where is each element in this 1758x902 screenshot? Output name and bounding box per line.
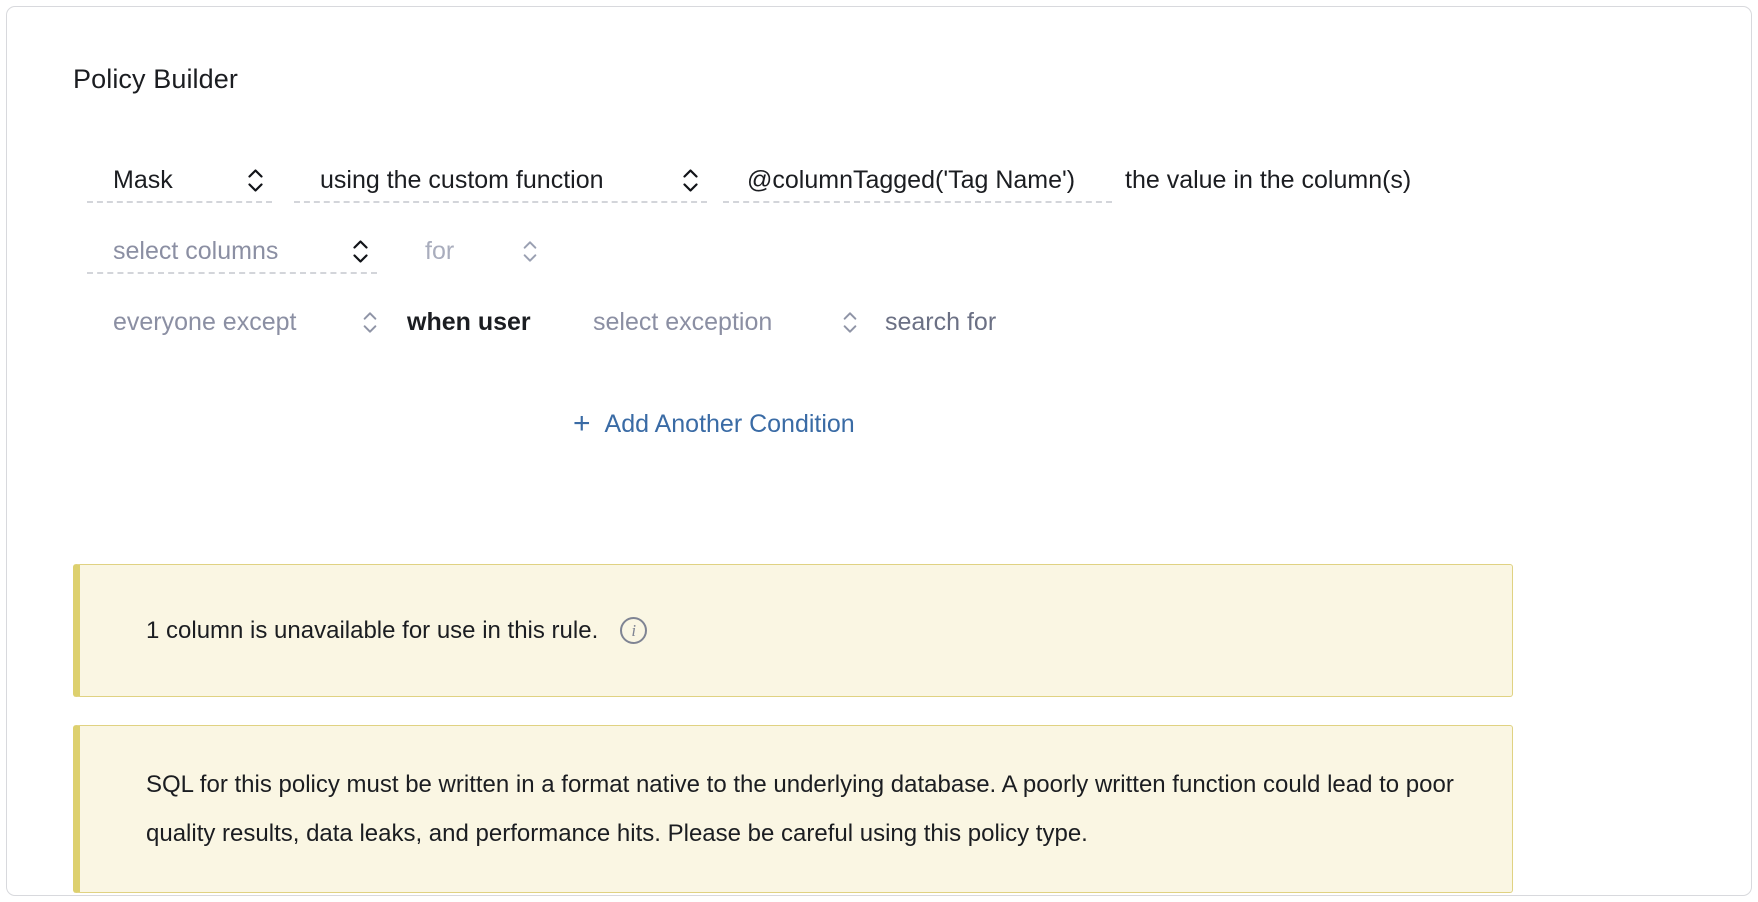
plus-icon: + xyxy=(573,407,591,440)
chevron-updown-icon xyxy=(357,311,383,333)
chevron-updown-icon xyxy=(242,168,268,192)
custom-function-select[interactable]: @columnTagged('Tag Name') xyxy=(723,157,1112,203)
banner-body: 1 column is unavailable for use in this … xyxy=(80,606,1512,655)
action-select[interactable]: Mask xyxy=(87,157,272,203)
policy-rule-row-2: select columns for xyxy=(7,228,1751,299)
sql-warning-text: SQL for this policy must be written in a… xyxy=(146,771,1454,847)
scope-select[interactable]: everyone except xyxy=(87,299,387,345)
policy-rule-row-1: Mask using the custom function @columnTa… xyxy=(7,157,1751,228)
chevron-updown-icon xyxy=(677,168,703,192)
policy-builder-screen: Policy Builder Mask using the custom fun… xyxy=(0,0,1758,902)
unavailable-columns-text: 1 column is unavailable for use in this … xyxy=(146,617,599,644)
columns-select-value: select columns xyxy=(113,237,279,265)
columns-select[interactable]: select columns xyxy=(87,228,377,274)
banner-body: SQL for this policy must be written in a… xyxy=(80,760,1512,858)
chevron-updown-icon xyxy=(837,311,863,333)
banner-line: 1 column is unavailable for use in this … xyxy=(146,606,1456,655)
policy-rule-row-3: everyone except when user select excepti… xyxy=(7,299,1751,370)
when-user-label: when user xyxy=(407,308,531,336)
column-value-label: the value in the column(s) xyxy=(1125,166,1412,194)
select-underline xyxy=(87,272,377,274)
add-another-condition-button[interactable]: + Add Another Condition xyxy=(565,403,863,445)
unavailable-columns-banner: 1 column is unavailable for use in this … xyxy=(73,564,1513,697)
policy-builder-card: Policy Builder Mask using the custom fun… xyxy=(6,6,1752,896)
chevron-updown-icon xyxy=(347,239,373,263)
sql-warning-banner: SQL for this policy must be written in a… xyxy=(73,725,1513,893)
info-circle-icon[interactable]: i xyxy=(620,617,648,644)
select-underline xyxy=(723,201,1112,203)
policy-builder-form: Mask using the custom function @columnTa… xyxy=(7,157,1751,370)
exception-select-value: select exception xyxy=(593,308,773,336)
select-underline xyxy=(87,201,272,203)
exception-select[interactable]: select exception xyxy=(567,299,867,345)
for-select-value: for xyxy=(425,237,455,265)
page-title: Policy Builder xyxy=(73,64,238,94)
chevron-updown-icon xyxy=(517,240,543,262)
custom-function-value: @columnTagged('Tag Name') xyxy=(747,166,1076,194)
search-for-label: search for xyxy=(885,308,997,336)
method-select[interactable]: using the custom function xyxy=(294,157,707,203)
add-another-condition-label: Add Another Condition xyxy=(604,410,855,438)
select-underline xyxy=(294,201,707,203)
action-select-value: Mask xyxy=(113,166,173,194)
method-select-value: using the custom function xyxy=(320,166,604,194)
for-select[interactable]: for xyxy=(407,228,547,274)
scope-select-value: everyone except xyxy=(113,308,297,336)
